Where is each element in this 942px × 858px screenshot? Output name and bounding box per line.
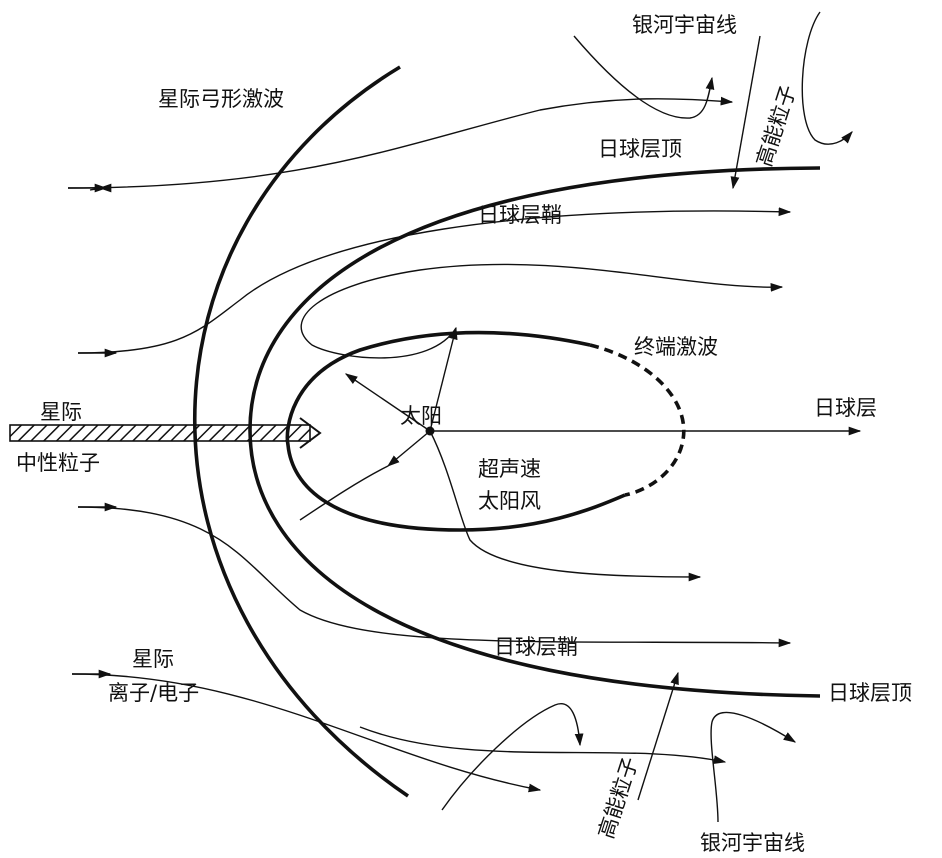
solar-wind-arrow-downleft bbox=[387, 430, 431, 467]
energetic-particles-top-arrow bbox=[730, 35, 761, 190]
label-cosmic-rays-top: 银河宇宙线 bbox=[632, 13, 737, 37]
termination-shock-dashed bbox=[589, 343, 686, 497]
cosmic-ray-bottom-right-path bbox=[710, 711, 797, 823]
label-heliopause-top: 日球层顶 bbox=[598, 137, 682, 161]
interstellar-flow-upper bbox=[77, 207, 792, 354]
heliosheath-flow-lower bbox=[429, 430, 702, 582]
label-energetic-particles-bottom: 高能粒子 bbox=[594, 754, 643, 841]
label-supersonic-line1: 超声速 bbox=[478, 457, 541, 481]
label-heliosheath-bottom: 日球层鞘 bbox=[494, 635, 578, 659]
heliosphere-diagram: 星际弓形激波 银河宇宙线 高能粒子 日球层顶 日球层鞘 终端激波 太阳 日球层 … bbox=[0, 0, 942, 858]
cosmic-ray-top-path bbox=[573, 35, 715, 119]
label-heliosphere: 日球层 bbox=[814, 396, 877, 420]
diagram-canvas: 星际弓形激波 银河宇宙线 高能粒子 日球层顶 日球层鞘 终端激波 太阳 日球层 … bbox=[9, 11, 912, 855]
label-sun: 太阳 bbox=[400, 404, 442, 428]
cosmic-ray-top-right-hook bbox=[801, 11, 853, 145]
energetic-particles-bottom-arrow bbox=[637, 671, 679, 801]
cosmic-ray-bottom-hook-left bbox=[441, 703, 584, 811]
label-heliosheath-top: 日球层鞘 bbox=[478, 203, 562, 227]
label-ions-line1: 星际 bbox=[132, 647, 174, 671]
label-neutral-line1: 星际 bbox=[40, 400, 82, 424]
label-energetic-particles-top: 高能粒子 bbox=[752, 82, 801, 169]
cosmic-ray-bottom-lower-flow bbox=[359, 726, 727, 764]
interstellar-flow-lower bbox=[77, 506, 792, 648]
label-termination-shock: 终端激波 bbox=[634, 335, 718, 359]
label-neutral-line2: 中性粒子 bbox=[16, 451, 100, 475]
heliopause-curve bbox=[248, 166, 821, 698]
label-supersonic-line2: 太阳风 bbox=[478, 489, 541, 513]
label-cosmic-rays-bottom: 银河宇宙线 bbox=[700, 831, 805, 855]
label-ions-line2: 离子/电子 bbox=[108, 681, 199, 705]
label-bow-shock: 星际弓形激波 bbox=[158, 87, 284, 111]
label-heliopause-bottom: 日球层顶 bbox=[828, 681, 912, 705]
